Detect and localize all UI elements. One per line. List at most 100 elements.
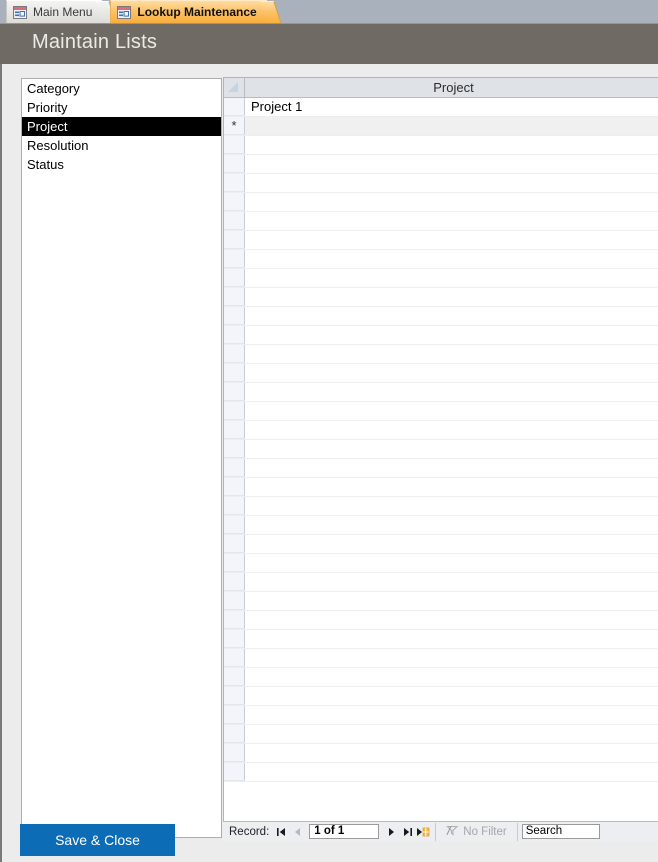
datasheet-empty-row (224, 744, 658, 763)
cell-empty (245, 193, 658, 211)
select-all-triangle-icon (228, 82, 238, 92)
record-selector (224, 649, 245, 667)
datasheet-empty-row (224, 212, 658, 231)
cell-empty (245, 744, 658, 762)
first-record-button[interactable] (273, 823, 289, 841)
datasheet-empty-row (224, 668, 658, 687)
cell-empty (245, 592, 658, 610)
record-selector (224, 668, 245, 686)
list-item-priority[interactable]: Priority (22, 98, 221, 117)
datasheet-empty-row (224, 497, 658, 516)
record-selector (224, 345, 245, 363)
tab-lookup-maintenance[interactable]: Lookup Maintenance (110, 0, 282, 23)
datasheet-empty-row (224, 440, 658, 459)
record-selector (224, 364, 245, 382)
record-selector (224, 212, 245, 230)
cell-empty (245, 478, 658, 496)
record-selector (224, 573, 245, 591)
cell-empty (245, 383, 658, 401)
record-selector (224, 250, 245, 268)
datasheet-empty-row (224, 269, 658, 288)
cell-empty (245, 611, 658, 629)
list-item-status[interactable]: Status (22, 155, 221, 174)
list-item-project[interactable]: Project (22, 117, 221, 136)
cell-empty (245, 668, 658, 686)
cell-empty (245, 136, 658, 154)
cell-empty (245, 345, 658, 363)
cell-project-value[interactable] (245, 117, 658, 135)
cell-empty (245, 763, 658, 781)
form-icon (117, 5, 132, 19)
page-title: Maintain Lists (32, 31, 158, 53)
select-all-corner-button[interactable] (224, 78, 245, 97)
new-record-button[interactable] (415, 823, 431, 841)
form-body: Category Priority Project Resolution Sta… (0, 64, 658, 862)
cell-empty (245, 288, 658, 306)
record-selector (224, 155, 245, 173)
datasheet-empty-row (224, 516, 658, 535)
record-selector (224, 269, 245, 287)
cell-empty (245, 231, 658, 249)
search-input[interactable]: Search (521, 824, 600, 839)
datasheet-new-record-row[interactable]: * (224, 117, 658, 136)
record-selector (224, 193, 245, 211)
record-selector (224, 687, 245, 705)
record-selector[interactable] (224, 98, 245, 116)
lookup-values-datasheet[interactable]: Project Project 1 * (223, 77, 658, 840)
cell-empty (245, 706, 658, 724)
filter-status[interactable]: No Filter (440, 825, 512, 839)
save-and-close-button[interactable]: Save & Close (20, 824, 175, 856)
record-selector (224, 592, 245, 610)
lookup-lists-listbox[interactable]: Category Priority Project Resolution Sta… (21, 78, 222, 838)
cell-empty (245, 516, 658, 534)
datasheet-empty-row (224, 193, 658, 212)
current-record-input[interactable]: 1 of 1 (309, 824, 380, 839)
cell-empty (245, 725, 658, 743)
list-item-resolution[interactable]: Resolution (22, 136, 221, 155)
cell-empty (245, 573, 658, 591)
datasheet-empty-row (224, 573, 658, 592)
datasheet-empty-row (224, 763, 658, 782)
cell-empty (245, 250, 658, 268)
datasheet-empty-row (224, 231, 658, 250)
datasheet-empty-row (224, 687, 658, 706)
table-row[interactable]: Project 1 (224, 98, 658, 117)
datasheet-empty-row (224, 250, 658, 269)
cell-empty (245, 459, 658, 477)
document-tab-bar: Main Menu Lookup Maintenance (0, 0, 658, 24)
cell-empty (245, 687, 658, 705)
record-selector (224, 136, 245, 154)
tab-main-menu[interactable]: Main Menu (6, 0, 118, 23)
last-record-button[interactable] (399, 823, 415, 841)
datasheet-empty-row (224, 136, 658, 155)
record-selector (224, 611, 245, 629)
record-selector (224, 535, 245, 553)
cell-empty (245, 554, 658, 572)
record-selector (224, 744, 245, 762)
cell-empty (245, 174, 658, 192)
record-selector (224, 440, 245, 458)
datasheet-empty-row (224, 630, 658, 649)
record-selector (224, 478, 245, 496)
datasheet-empty-row (224, 383, 658, 402)
filter-label: No Filter (463, 825, 507, 838)
datasheet-empty-row (224, 459, 658, 478)
previous-record-button[interactable] (289, 823, 305, 841)
access-form-window: Main Menu Lookup Maintenance Maintain Li… (0, 0, 658, 862)
list-item-category[interactable]: Category (22, 79, 221, 98)
cell-project-value[interactable]: Project 1 (245, 98, 658, 116)
tab-label: Lookup Maintenance (137, 5, 257, 19)
tab-right-edge (259, 1, 282, 23)
cell-empty (245, 269, 658, 287)
datasheet-empty-row (224, 174, 658, 193)
record-navigator: Record: 1 of 1 No Filter Search (223, 821, 658, 841)
new-record-asterisk-icon[interactable]: * (224, 117, 245, 135)
next-record-button[interactable] (383, 823, 399, 841)
record-label: Record: (229, 825, 270, 838)
record-selector (224, 174, 245, 192)
form-icon (13, 5, 27, 19)
record-selector (224, 307, 245, 325)
record-selector (224, 459, 245, 477)
datasheet-empty-row (224, 611, 658, 630)
column-header-project[interactable]: Project (245, 78, 658, 97)
